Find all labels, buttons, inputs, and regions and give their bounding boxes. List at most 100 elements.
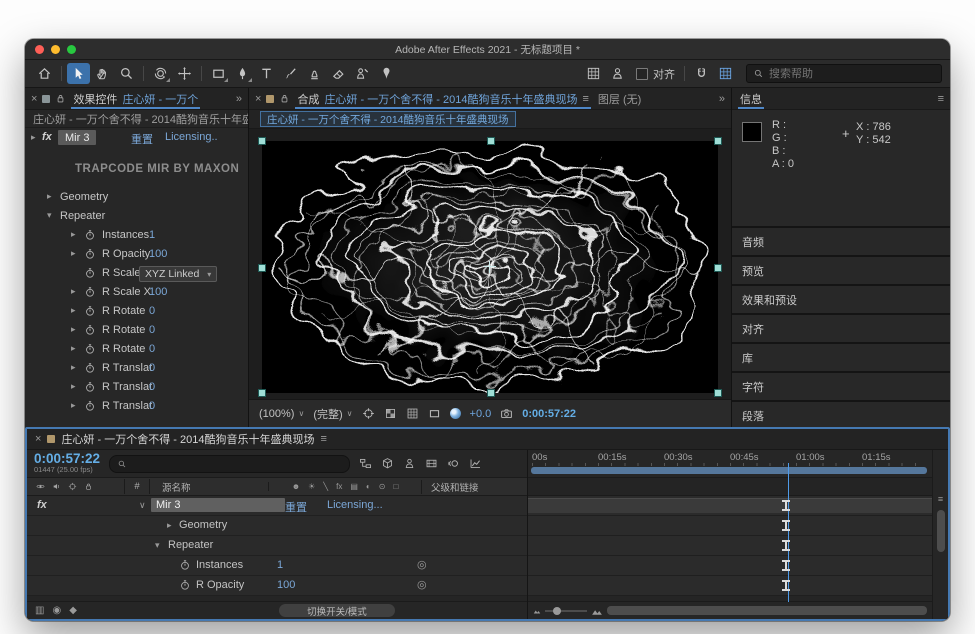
snap-magnet-icon[interactable] [690,63,713,84]
current-time-display[interactable]: 0:00:57:22 01447 (25.00 fps) [34,453,100,475]
timeline-search-box[interactable] [109,455,350,473]
reset-link[interactable]: 重置 [131,131,153,147]
track-rows[interactable] [528,496,932,601]
track-row[interactable] [528,556,932,576]
roto-brush-tool[interactable] [351,63,374,84]
fx-badge-icon[interactable]: fx [42,131,52,143]
layer-anchor-point[interactable] [484,261,496,273]
transfer-pane-toggle-icon[interactable]: ◉ [52,605,61,616]
r-scale-dropdown[interactable]: XYZ Linked ▾ [139,266,217,282]
property-value[interactable]: 0 [149,362,155,374]
pen-tool[interactable] [231,63,254,84]
panel-overflow-icon[interactable]: » [719,93,725,105]
sidebar-panel-character[interactable]: 字符 [732,373,950,400]
property-group-row[interactable]: ▸ Geometry [27,516,527,536]
close-panel-icon[interactable]: × [31,93,37,105]
tab-timeline[interactable]: 庄心妍 - 一万个舍不得 - 2014酷狗音乐十年盛典现场 [61,431,314,447]
licensing-link[interactable]: Licensing.. [165,131,218,143]
exposure-value[interactable]: +0.0 [470,408,492,420]
zoom-in-mountain-icon[interactable] [591,605,603,617]
brush-tool[interactable] [279,63,302,84]
close-panel-icon[interactable]: × [35,433,41,445]
workspace-people-icon[interactable] [606,63,629,84]
chevron-right-icon[interactable]: ▸ [71,400,76,411]
snap-label[interactable]: 对齐 [653,66,675,82]
track-row[interactable] [528,536,932,556]
stopwatch-icon[interactable] [179,559,191,571]
grid-options-icon[interactable] [582,63,605,84]
help-search-box[interactable] [746,64,942,83]
resolution-dropdown[interactable]: (完整) ∨ [313,406,352,422]
stopwatch-icon[interactable] [84,343,96,355]
inout-pane-toggle-icon[interactable]: ◆ [69,605,77,616]
property-value[interactable]: 0 [149,400,155,412]
lock-icon[interactable] [55,93,66,104]
clone-stamp-tool[interactable] [303,63,326,84]
caret-down-icon[interactable]: ∨ [139,500,146,511]
motion-blur-icon[interactable] [447,457,460,470]
property-value[interactable]: 100 [149,286,167,298]
sidebar-panel-paragraph[interactable]: 段落 [732,402,950,427]
stopwatch-icon[interactable] [84,305,96,317]
stopwatch-icon[interactable] [84,400,96,412]
chevron-right-icon[interactable]: ▸ [71,286,76,297]
composition-viewport[interactable] [249,129,731,399]
property-row[interactable]: R Opacity 100 ◎ [27,576,527,596]
stopwatch-icon[interactable] [84,362,96,374]
frame-blending-icon[interactable] [425,457,438,470]
chevron-right-icon[interactable]: ▸ [71,381,76,392]
zoom-out-mountain-icon[interactable] [533,607,541,615]
hand-tool[interactable] [91,63,114,84]
stopwatch-icon[interactable] [84,248,96,260]
selection-handle[interactable] [714,137,722,145]
keyframe-marker[interactable] [782,580,790,591]
work-area-bar[interactable] [531,467,927,474]
orbit-camera-tool[interactable] [149,63,172,84]
zoom-slider-knob[interactable] [553,607,561,615]
sidebar-panel-preview[interactable]: 预览 [732,257,950,284]
snap-grid-icon[interactable] [714,63,737,84]
sidebar-panel-effects-presets[interactable]: 效果和预设 [732,286,950,313]
snap-checkbox[interactable] [636,68,648,80]
track-row[interactable] [528,576,932,596]
property-value[interactable]: 1 [277,559,283,571]
licensing-link[interactable]: Licensing... [327,499,383,511]
stopwatch-icon[interactable] [179,579,191,591]
chevron-right-icon[interactable]: ▸ [71,248,76,259]
zoom-tool[interactable] [115,63,138,84]
panel-menu-icon[interactable]: ≡ [938,93,944,105]
keyframe-marker[interactable] [782,560,790,571]
property-value[interactable]: 0 [149,324,155,336]
panel-menu-icon[interactable]: ≡ [582,93,588,105]
snapshot-camera-icon[interactable] [500,407,513,420]
stopwatch-icon[interactable] [84,267,96,279]
chevron-right-icon[interactable]: ▸ [71,324,76,335]
tab-effect-controls[interactable]: 效果控件 庄心妍 - 一万个 [71,88,200,109]
current-frame-marker[interactable] [782,500,790,511]
track-row[interactable] [528,516,932,536]
sidebar-panel-libraries[interactable]: 库 [732,344,950,371]
chevron-right-icon[interactable]: ▸ [71,305,76,316]
property-value[interactable]: 100 [149,248,167,260]
stopwatch-icon[interactable] [84,229,96,241]
preview-timecode[interactable]: 0:00:57:22 [522,408,576,420]
property-value[interactable]: 0 [149,381,155,393]
timeline-zoom-slider[interactable] [545,610,587,612]
scroll-menu-icon[interactable]: ≡ [938,494,943,508]
chevron-down-icon[interactable]: ▾ [47,210,52,221]
stopwatch-icon[interactable] [84,286,96,298]
close-window-button[interactable] [35,45,44,54]
pick-whip-icon[interactable]: ◎ [417,578,427,591]
fx-badge-icon[interactable]: fx [37,499,47,511]
mini-flowchart-icon[interactable] [359,457,372,470]
home-icon[interactable] [33,63,56,84]
selection-handle[interactable] [487,137,495,145]
chevron-down-icon[interactable]: ▾ [155,540,160,551]
selection-handle[interactable] [714,389,722,397]
selection-handle[interactable] [258,389,266,397]
breadcrumb[interactable]: 庄心妍 - 一万个舍不得 - 2014酷狗音乐十年盛典现场 [260,111,516,127]
stopwatch-icon[interactable] [84,381,96,393]
chevron-right-icon[interactable]: ▸ [71,362,76,373]
composition-canvas[interactable] [262,141,718,393]
pick-whip-icon[interactable]: ◎ [417,558,427,571]
